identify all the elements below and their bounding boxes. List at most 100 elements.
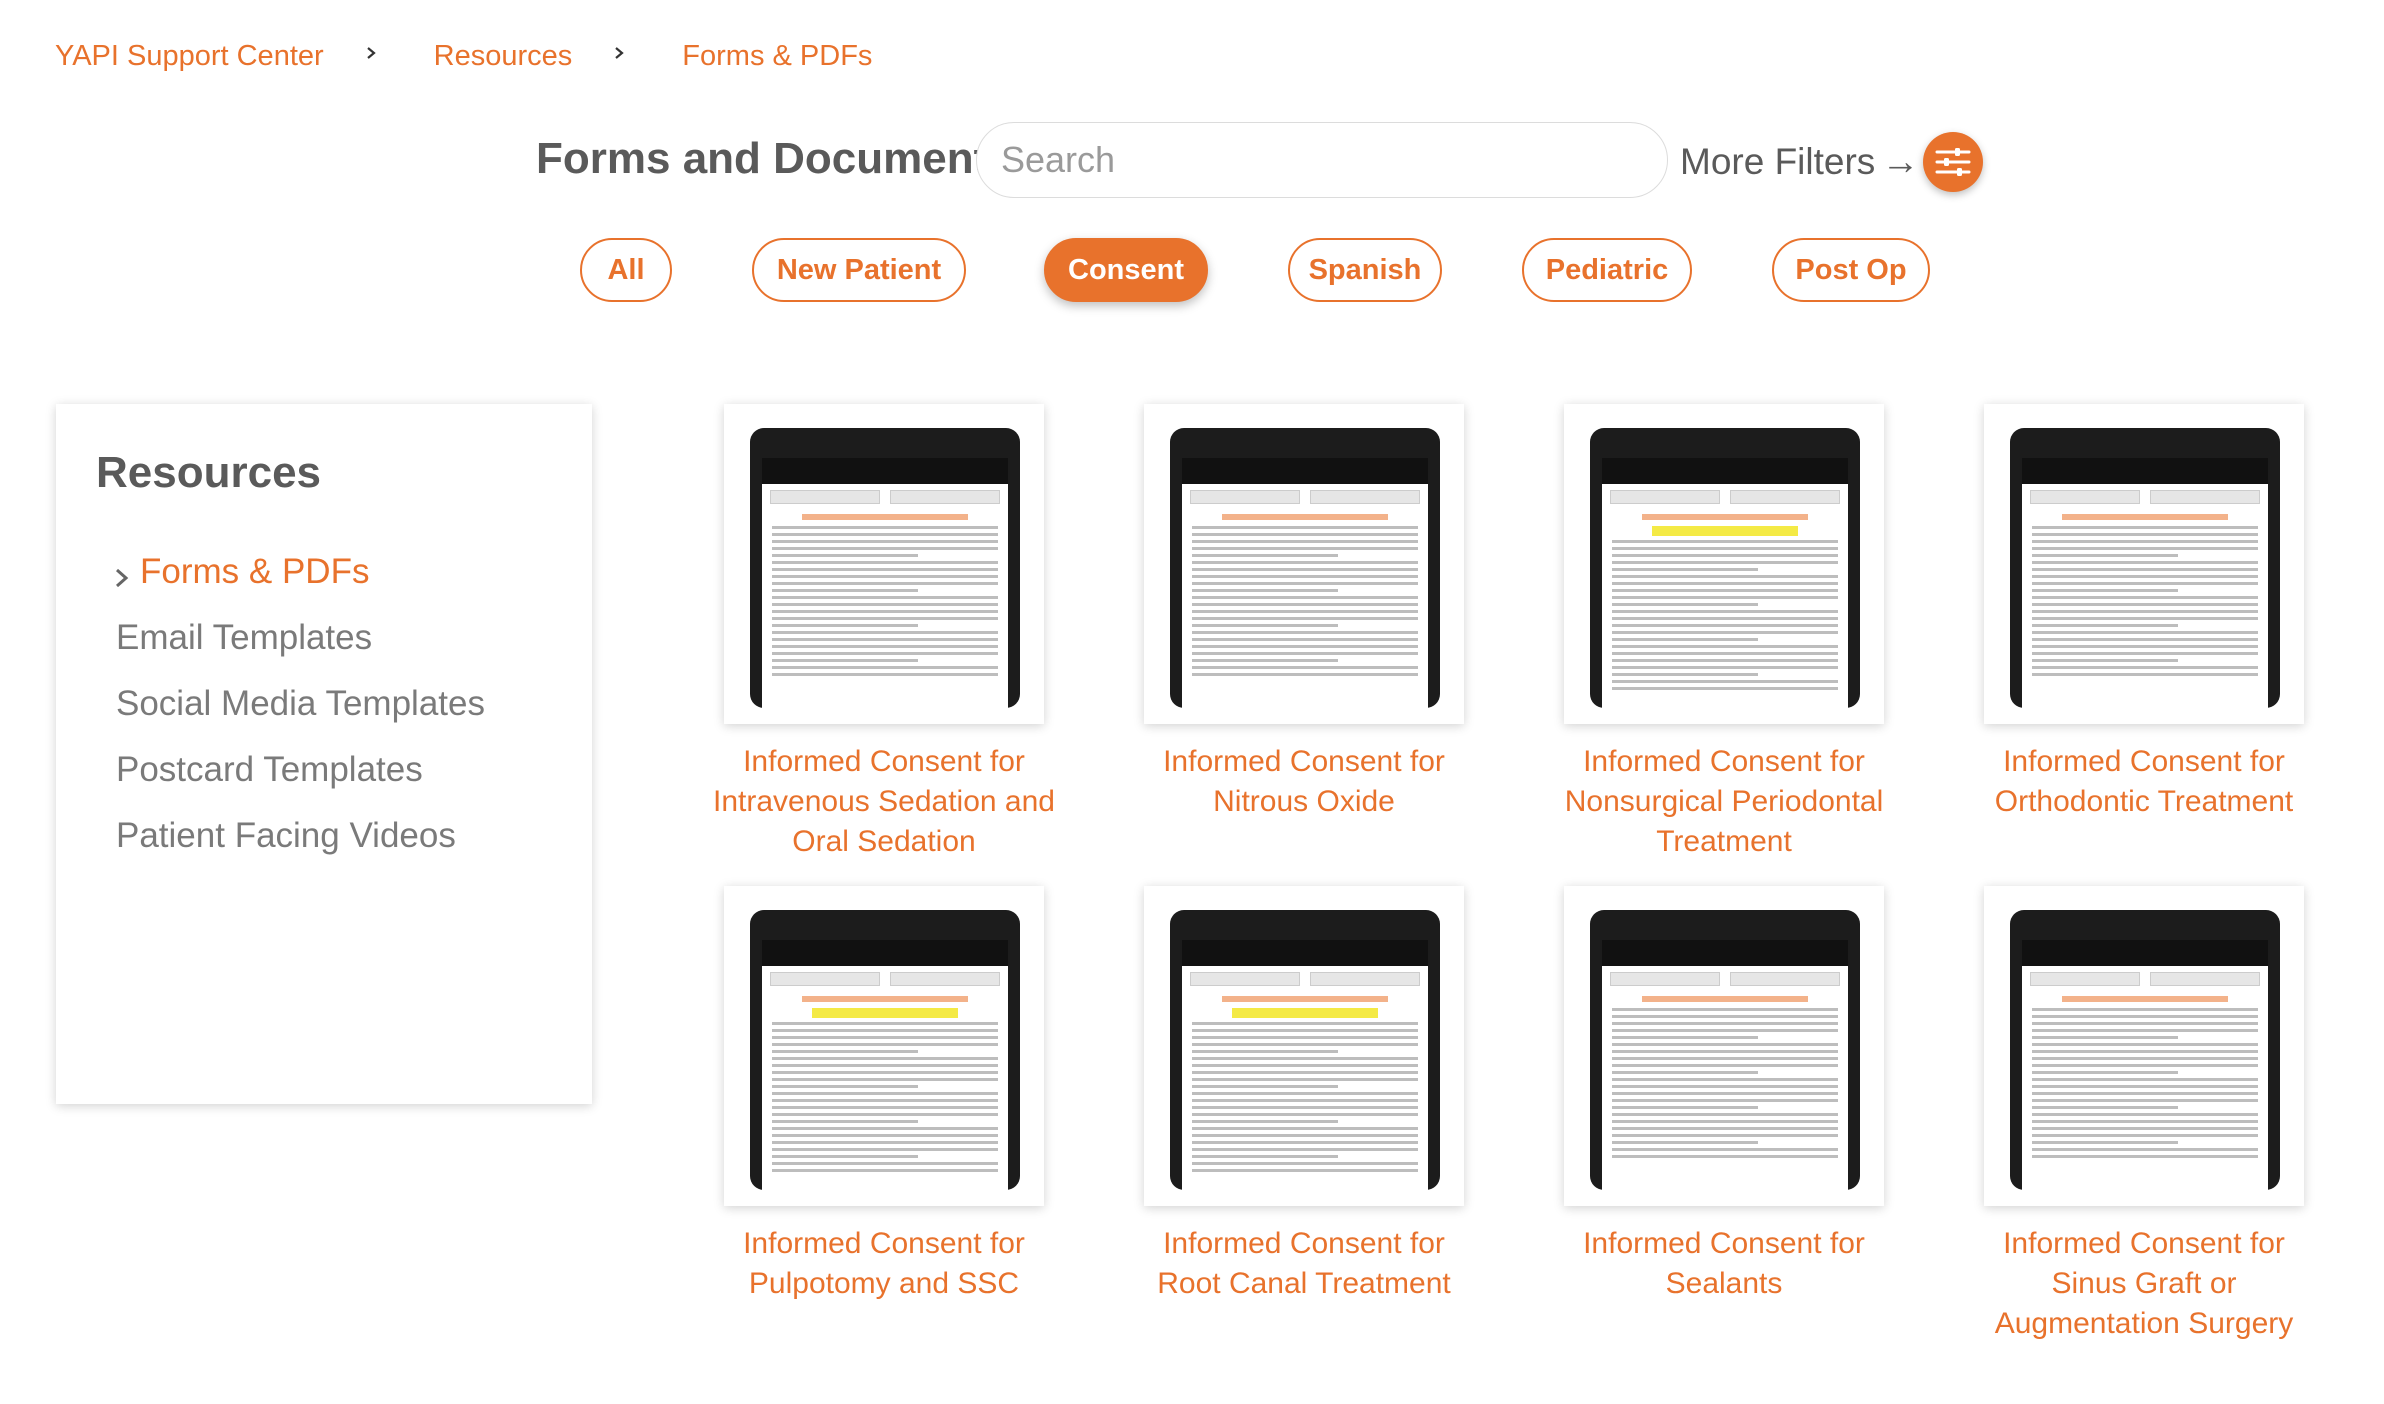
tablet-text-line	[2032, 1029, 2258, 1032]
document-preview	[1182, 940, 1428, 1190]
sidebar-item-patient-facing-videos[interactable]: Patient Facing Videos	[116, 816, 456, 856]
form-title-link[interactable]: Informed Consent for Nonsurgical Periodon…	[1544, 742, 1904, 862]
sidebar-item-forms-pdfs[interactable]: Forms & PDFs	[140, 552, 369, 592]
tablet-text-line	[1612, 645, 1838, 648]
tablet-text-line	[1192, 1064, 1418, 1067]
more-filters-button[interactable]: More Filters →	[1680, 132, 1984, 192]
tablet-text-line	[2032, 610, 2258, 613]
tablet-fields	[1190, 490, 1420, 504]
form-thumbnail[interactable]	[724, 886, 1044, 1206]
form-title-link[interactable]: Informed Consent for Root Canal Treatment	[1124, 1224, 1484, 1304]
page-title: Forms and Documents	[536, 134, 1013, 183]
chevron-right-icon	[612, 46, 626, 60]
form-thumbnail[interactable]	[1564, 886, 1884, 1206]
form-title-line: Informed Consent for	[1163, 745, 1445, 778]
tablet-text-line	[2032, 673, 2258, 676]
tablet-text-line	[1192, 596, 1418, 599]
form-thumbnail[interactable]	[1984, 404, 2304, 724]
tablet-highlight	[812, 1008, 958, 1018]
tablet-fields	[1190, 972, 1420, 986]
search-input[interactable]	[976, 122, 1668, 198]
tablet-text-line	[2032, 1022, 2258, 1025]
breadcrumb: YAPI Support Center Resources Forms & PD…	[55, 40, 872, 73]
filter-post-op[interactable]: Post Op	[1772, 238, 1930, 302]
form-title-link[interactable]: Informed Consent for Nitrous Oxide	[1124, 742, 1484, 822]
form-thumbnail[interactable]	[1144, 404, 1464, 724]
tablet-text-line	[772, 1064, 998, 1067]
form-title-link[interactable]: Informed Consent for Sealants	[1544, 1224, 1904, 1304]
tablet-text-line	[2032, 603, 2258, 606]
tablet-text-line	[772, 582, 998, 585]
document-preview	[762, 458, 1008, 708]
form-thumbnail[interactable]	[724, 404, 1044, 724]
tablet-text-line	[1192, 610, 1418, 613]
form-title-line: Pulpotomy and SSC	[748, 1267, 1020, 1300]
tablet-text-line	[2032, 1155, 2258, 1158]
tablet-text-line	[1612, 1113, 1838, 1116]
tablet-text-line	[772, 1085, 918, 1088]
tablet-text-line	[2032, 589, 2178, 592]
breadcrumb-forms-pdfs[interactable]: Forms & PDFs	[682, 40, 872, 73]
tablet-text-line	[2032, 575, 2258, 578]
filter-pediatric[interactable]: Pediatric	[1522, 238, 1692, 302]
form-title-line: Nitrous Oxide	[1213, 785, 1395, 818]
form-title-line: Root Canal Treatment	[1157, 1267, 1451, 1300]
form-title-link[interactable]: Informed Consent for Intravenous Sedation…	[704, 742, 1064, 862]
tablet-text-line	[772, 1036, 998, 1039]
tablet-text-line	[1612, 1057, 1838, 1060]
tablet-text-line	[1612, 631, 1838, 634]
tablet-device	[2010, 910, 2280, 1190]
tablet-text-line	[772, 624, 918, 627]
tablet-text-line	[2032, 1057, 2258, 1060]
form-title-line: Informed Consent for	[1583, 1227, 1865, 1260]
filter-all[interactable]: All	[580, 238, 672, 302]
filter-new-patient[interactable]: New Patient	[752, 238, 966, 302]
tablet-text-line	[2032, 1148, 2258, 1151]
tablet-text-line	[1612, 603, 1758, 606]
sliders-icon[interactable]	[1923, 132, 1984, 192]
tablet-text-line	[772, 1071, 998, 1074]
form-title-link[interactable]: Informed Consent for Orthodontic Treatmen…	[1964, 742, 2324, 822]
filter-spanish[interactable]: Spanish	[1288, 238, 1442, 302]
breadcrumb-support-center[interactable]: YAPI Support Center	[55, 40, 324, 73]
tablet-text-line	[1612, 561, 1838, 564]
chevron-right-icon	[364, 46, 378, 60]
tablet-fields	[1610, 490, 1840, 504]
tablet-text-line	[2032, 1134, 2258, 1137]
tablet-text-line	[1612, 1043, 1838, 1046]
form-title-line: Informed Consent for	[743, 1227, 1025, 1260]
tablet-statusbar	[762, 940, 1008, 966]
tablet-device	[750, 428, 1020, 708]
tablet-text-line	[1192, 582, 1418, 585]
form-title-link[interactable]: Informed Consent for Pulpotomy and SSC	[704, 1224, 1064, 1304]
form-thumbnail[interactable]	[1984, 886, 2304, 1206]
tablet-text-line	[772, 561, 998, 564]
sidebar-item-email-templates[interactable]: Email Templates	[116, 618, 372, 658]
breadcrumb-resources[interactable]: Resources	[434, 40, 573, 73]
tablet-text-line	[772, 638, 998, 641]
form-thumbnail[interactable]	[1144, 886, 1464, 1206]
tablet-text-line	[1192, 533, 1418, 536]
form-thumbnail[interactable]	[1564, 404, 1884, 724]
form-title-line: Nonsurgical Periodontal	[1564, 785, 1884, 818]
tablet-text-line	[1612, 596, 1838, 599]
sidebar-item-social-media-templates[interactable]: Social Media Templates	[116, 684, 485, 724]
tablet-text-line	[2032, 1099, 2258, 1102]
tablet-device	[1590, 910, 1860, 1190]
filter-consent[interactable]: Consent	[1044, 238, 1208, 302]
sidebar-item-postcard-templates[interactable]: Postcard Templates	[116, 750, 423, 790]
tablet-text-line	[2032, 652, 2258, 655]
tablet-fields	[2030, 490, 2260, 504]
tablet-text-line	[1192, 638, 1418, 641]
tablet-statusbar	[1602, 940, 1848, 966]
tablet-text-line	[1192, 624, 1338, 627]
tablet-text-line	[772, 1050, 918, 1053]
tablet-text-line	[2032, 596, 2258, 599]
tablet-text-line	[1192, 1043, 1418, 1046]
tablet-text-line	[1192, 603, 1418, 606]
form-title-link[interactable]: Informed Consent for Sinus Graft or Augmen…	[1964, 1224, 2324, 1344]
tablet-text-line	[772, 652, 998, 655]
tablet-text-line	[772, 568, 998, 571]
tablet-text-line	[772, 673, 998, 676]
tablet-text-line	[1192, 1057, 1418, 1060]
